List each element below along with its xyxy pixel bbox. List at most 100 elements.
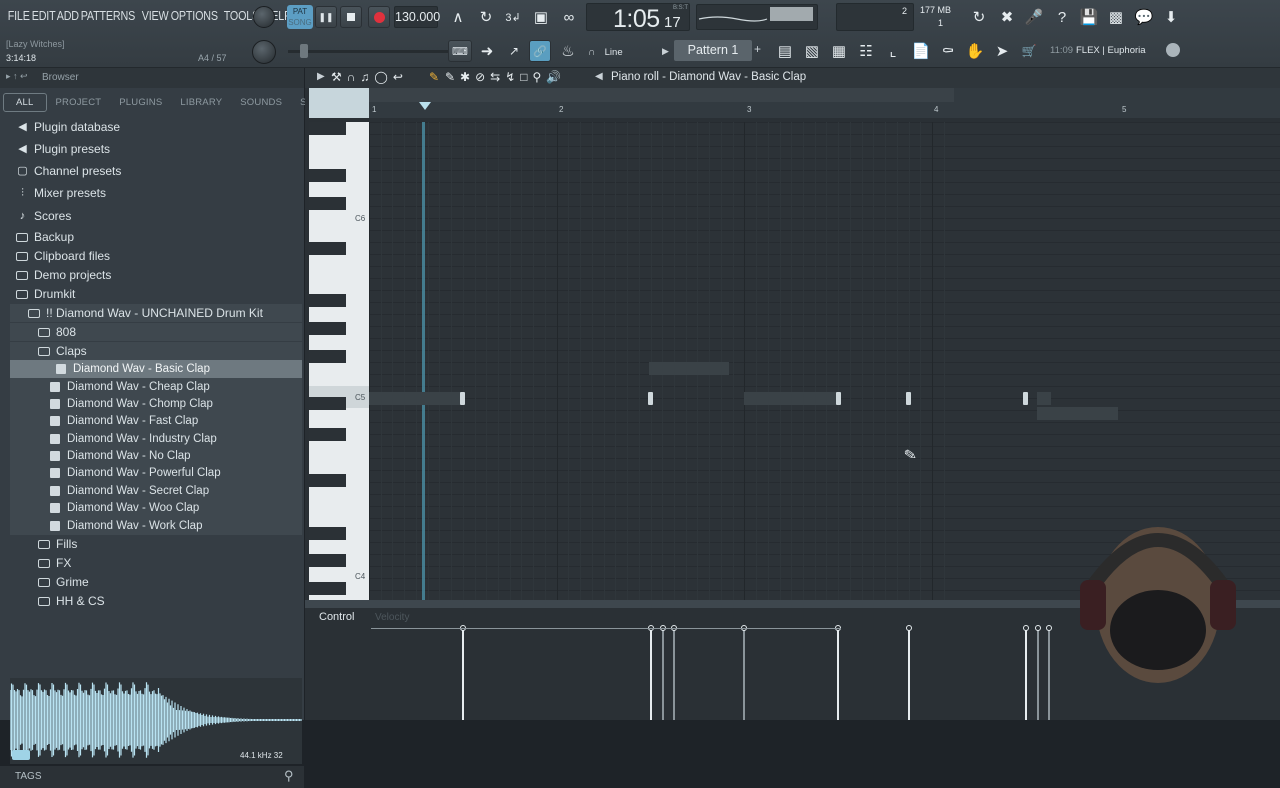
browser-item[interactable]: Diamond Wav - No Clap xyxy=(50,447,191,465)
tempo-display[interactable]: 130.000 xyxy=(394,6,440,28)
velocity-bar[interactable] xyxy=(1037,630,1039,720)
browser-item[interactable]: ◀ Plugin database xyxy=(16,118,120,136)
browser-item[interactable]: Diamond Wav - Industry Clap xyxy=(50,430,217,448)
browser-item[interactable]: Claps xyxy=(38,342,87,360)
edit-mode-icon[interactable]: ↗ xyxy=(503,40,525,62)
browser-item[interactable]: HH & CS xyxy=(38,592,105,610)
velocity-handle[interactable] xyxy=(1046,625,1052,631)
master-volume-knob[interactable] xyxy=(253,6,275,28)
timeline-ruler[interactable]: 1 2 3 4 5 xyxy=(309,88,1280,118)
hierarchy-icon[interactable]: ⌞ xyxy=(882,40,904,62)
channel-rack-icon[interactable]: ▦ xyxy=(828,40,850,62)
black-key[interactable] xyxy=(309,197,346,210)
position-slider-handle[interactable] xyxy=(300,44,308,58)
master-pitch-knob[interactable] xyxy=(252,40,276,64)
browser-item[interactable]: !! Diamond Wav - UNCHAINED Drum Kit xyxy=(28,304,263,322)
velocity-bar[interactable] xyxy=(908,630,910,720)
velocity-bar[interactable] xyxy=(1048,630,1050,720)
add-pattern-button[interactable]: + xyxy=(754,42,761,56)
black-key[interactable] xyxy=(309,242,346,255)
black-key[interactable] xyxy=(309,582,346,595)
speaker-icon[interactable]: ◀ xyxy=(595,71,603,82)
piano-keyboard[interactable]: C6 C5 C4 xyxy=(309,122,369,600)
link-icon[interactable]: 🔗 xyxy=(529,40,551,62)
browser-item[interactable]: ♪ Scores xyxy=(16,207,72,225)
control-target[interactable]: Velocity xyxy=(375,612,409,623)
browser-item[interactable]: Diamond Wav - Fast Clap xyxy=(50,412,198,430)
search-icon[interactable]: ⚲ xyxy=(284,768,294,784)
black-key[interactable] xyxy=(309,428,346,441)
snap-selector[interactable]: ∩ Line xyxy=(588,42,652,60)
velocity-bar[interactable] xyxy=(837,630,839,720)
save-icon[interactable]: 💾 xyxy=(1078,6,1100,28)
render-icon[interactable]: ▩ xyxy=(1105,6,1127,28)
velocity-bar[interactable] xyxy=(462,630,464,720)
performance-icon[interactable]: ✋ xyxy=(964,40,986,62)
position-slider[interactable] xyxy=(288,50,448,53)
sample-play-icon[interactable] xyxy=(12,750,30,760)
black-key[interactable] xyxy=(309,474,346,487)
metronome-alt-icon[interactable]: ♨ xyxy=(557,40,579,62)
menu-arrow-icon[interactable]: ▶ xyxy=(317,71,325,82)
record-button[interactable] xyxy=(368,6,390,28)
velocity-bar[interactable] xyxy=(1025,630,1027,720)
browser-item[interactable]: 808 xyxy=(38,323,76,341)
tab-project[interactable]: PROJECT xyxy=(47,97,111,108)
pat-song-toggle[interactable]: PAT SONG xyxy=(287,5,313,29)
black-key[interactable] xyxy=(309,169,346,182)
velocity-bar[interactable] xyxy=(650,630,652,720)
countdown-icon[interactable]: 3↲ xyxy=(502,6,524,28)
tab-all[interactable]: ALL xyxy=(3,92,47,112)
velocity-bar[interactable] xyxy=(673,630,675,720)
zoom-corner[interactable] xyxy=(309,88,369,118)
velocity-handle[interactable] xyxy=(1035,625,1041,631)
playhead-marker[interactable] xyxy=(417,94,433,114)
note[interactable] xyxy=(460,392,465,405)
browser-item[interactable]: Fills xyxy=(38,535,77,553)
blend-notes-icon[interactable]: ∞ xyxy=(558,6,580,28)
mixer-icon[interactable]: ☷ xyxy=(855,40,877,62)
browser-item[interactable]: Diamond Wav - Powerful Clap xyxy=(50,464,221,482)
note[interactable] xyxy=(906,392,911,405)
file-icon[interactable]: 📄 xyxy=(910,40,932,62)
browser-item[interactable]: ⫶ Mixer presets xyxy=(16,184,106,202)
browser-item[interactable]: Diamond Wav - Basic Clap xyxy=(56,360,210,378)
velocity-bar[interactable] xyxy=(743,630,745,720)
browser-item[interactable]: FX xyxy=(38,554,71,572)
menu-edit[interactable]: EDIT xyxy=(30,9,57,23)
black-key[interactable] xyxy=(309,397,346,410)
tab-library[interactable]: LIBRARY xyxy=(171,97,231,108)
piano-roll-tools[interactable]: ⚒∩♫◯↩ xyxy=(331,70,408,84)
black-key[interactable] xyxy=(309,527,346,540)
playlist-icon[interactable]: ▤ xyxy=(774,40,796,62)
black-key[interactable] xyxy=(309,122,346,135)
tab-plugins[interactable]: PLUGINS xyxy=(110,97,171,108)
black-key[interactable] xyxy=(309,294,346,307)
note[interactable] xyxy=(1023,392,1028,405)
browser-item[interactable]: Diamond Wav - Chomp Clap xyxy=(50,395,213,413)
send-icon[interactable]: ➤ xyxy=(991,40,1013,62)
browser-item[interactable]: ◀ Plugin presets xyxy=(16,140,110,158)
loop-range-bar[interactable] xyxy=(369,88,954,102)
browser-item[interactable]: Backup xyxy=(16,228,74,246)
browser-item[interactable]: Grime xyxy=(38,573,89,591)
velocity-handle[interactable] xyxy=(906,625,912,631)
menu-file[interactable]: FILE xyxy=(6,9,31,23)
microphone-icon[interactable]: 🎤 xyxy=(1023,6,1045,28)
browser-item[interactable]: ▢ Channel presets xyxy=(16,162,121,180)
metronome-icon[interactable]: ∧ xyxy=(447,6,469,28)
loop-record-icon[interactable]: ↻ xyxy=(475,6,497,28)
velocity-handle[interactable] xyxy=(1023,625,1029,631)
browser-item[interactable]: Diamond Wav - Secret Clap xyxy=(50,482,209,500)
black-key[interactable] xyxy=(309,322,346,335)
pattern-selector[interactable]: Pattern 1 xyxy=(674,40,752,61)
tab-sounds[interactable]: SOUNDS xyxy=(231,97,291,108)
pattern-prev-icon[interactable]: ▶ xyxy=(662,41,672,61)
browser-item[interactable]: Diamond Wav - Woo Clap xyxy=(50,499,199,517)
download-icon[interactable]: ⬇ xyxy=(1160,6,1182,28)
chat-icon[interactable]: 💬 xyxy=(1133,6,1155,28)
menu-options[interactable]: OPTIONS xyxy=(169,9,220,23)
step-edit-icon[interactable]: ▣ xyxy=(530,6,552,28)
menu-add[interactable]: ADD xyxy=(55,9,81,23)
browser-item[interactable]: Diamond Wav - Cheap Clap xyxy=(50,378,210,396)
